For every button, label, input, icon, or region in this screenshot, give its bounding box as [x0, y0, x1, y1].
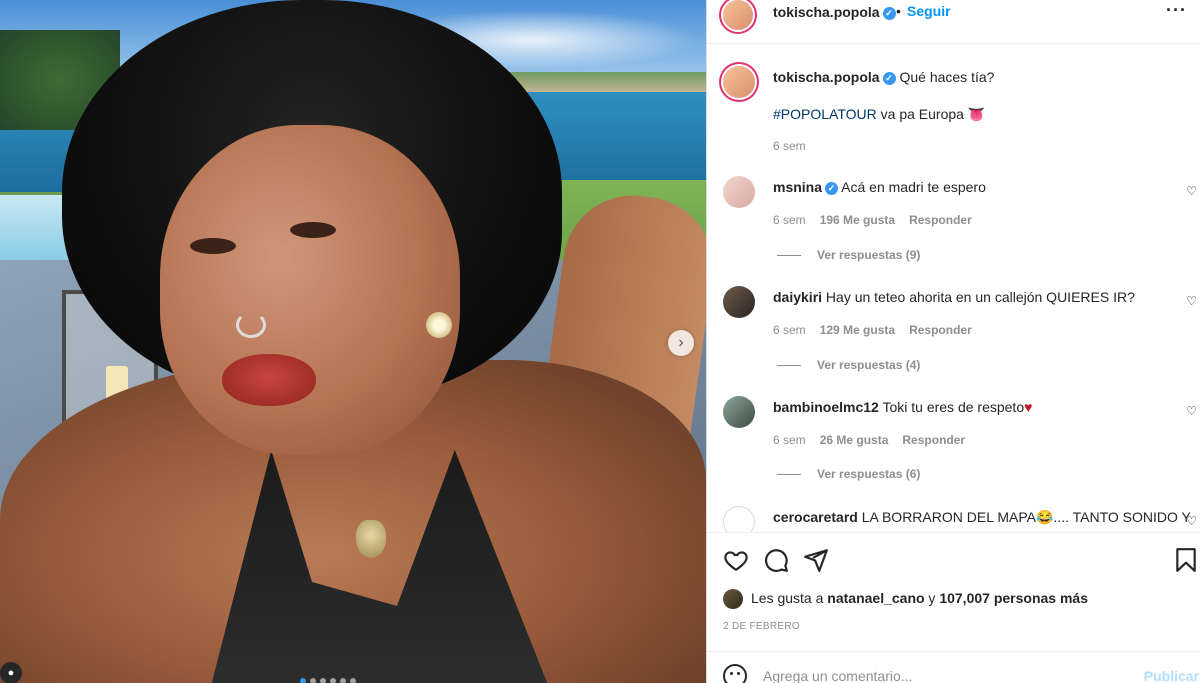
- comment-username[interactable]: daiykiri: [773, 289, 822, 305]
- user-tag-icon: ●: [7, 667, 15, 679]
- verified-icon: ✓: [825, 182, 839, 195]
- comment-likes[interactable]: 196 Me gusta: [820, 213, 895, 227]
- carousel-dot: [330, 678, 336, 683]
- author-info: tokischa.popola ✓: [773, 4, 896, 20]
- post-header: tokischa.popola ✓ • Seguir ···: [707, 0, 1200, 44]
- comment-username[interactable]: msnina: [773, 179, 822, 195]
- comment-username[interactable]: bambinoelmc12: [773, 399, 879, 415]
- comment-like-heart-icon[interactable]: ♡: [1186, 184, 1197, 198]
- likes-joiner: y: [924, 590, 940, 606]
- comment-avatar-msnina[interactable]: [723, 176, 755, 208]
- comment-likes[interactable]: 26 Me gusta: [820, 433, 889, 447]
- comment-time: 6 sem: [773, 433, 806, 447]
- heart-icon[interactable]: [723, 547, 749, 573]
- comment-like-heart-icon[interactable]: ♡: [1186, 404, 1197, 418]
- photo-left-eye: [190, 238, 236, 254]
- emoji-icon[interactable]: [723, 664, 747, 683]
- comment-meta: 6 sem 26 Me gusta Responder: [773, 433, 965, 447]
- photo-right-eye: [290, 222, 336, 238]
- post-actions: Les gusta a natanael_cano y 107,007 pers…: [707, 532, 1200, 652]
- comment-text: LA BORRARON DEL MAPA😂.... TANTO SONIDO Y: [861, 509, 1191, 525]
- comment-line: daiykiri Hay un teteo ahorita en un call…: [773, 288, 1135, 306]
- caption-time: 6 sem: [773, 139, 806, 153]
- bookmark-icon[interactable]: [1173, 547, 1199, 573]
- carousel-dot: [300, 678, 306, 683]
- chevron-right-icon: ›: [678, 334, 684, 351]
- photo-face: [160, 125, 460, 455]
- author-avatar[interactable]: [723, 0, 753, 30]
- likes-count[interactable]: 107,007 personas más: [939, 590, 1088, 606]
- more-icon[interactable]: ···: [1166, 0, 1187, 21]
- comment-meta: 6 sem 196 Me gusta Responder: [773, 213, 972, 227]
- caption-text: Qué haces tía?: [899, 69, 995, 85]
- comment-line: cerocaretard LA BORRARON DEL MAPA😂.... T…: [773, 508, 1191, 526]
- follow-button[interactable]: Seguir: [907, 3, 951, 19]
- comment-avatar-daiykiri[interactable]: [723, 286, 755, 318]
- view-replies-button[interactable]: Ver respuestas (9): [777, 248, 920, 262]
- likes-prefix: Les gusta a: [751, 590, 828, 606]
- verified-icon: ✓: [882, 7, 896, 20]
- comment-input[interactable]: [763, 666, 1123, 683]
- view-replies-button[interactable]: Ver respuestas (6): [777, 467, 920, 481]
- carousel-dot: [310, 678, 316, 683]
- comment-like-heart-icon[interactable]: ♡: [1186, 294, 1197, 308]
- verified-icon: ✓: [882, 72, 896, 85]
- caption-hashtag[interactable]: #POPOLATOUR: [773, 106, 877, 122]
- caption-avatar[interactable]: [723, 66, 755, 98]
- share-icon[interactable]: [803, 547, 829, 573]
- comment-line: bambinoelmc12 Toki tu eres de respeto♥: [773, 398, 1032, 416]
- post-sidebar: tokischa.popola ✓ • Seguir ··· tokischa.p…: [706, 0, 1200, 683]
- photo-earring: [426, 312, 452, 338]
- comment-meta: 6 sem 129 Me gusta Responder: [773, 323, 972, 337]
- caption-text-2: va pa Europa 👅: [876, 106, 986, 122]
- carousel-next-button[interactable]: ›: [668, 330, 694, 356]
- comment-composer: Publicar: [707, 651, 1200, 683]
- likes-summary: Les gusta a natanael_cano y 107,007 pers…: [751, 590, 1088, 606]
- reply-button[interactable]: Responder: [909, 323, 972, 337]
- comment-likes[interactable]: 129 Me gusta: [820, 323, 895, 337]
- carousel-indicator: [300, 678, 356, 683]
- author-username[interactable]: tokischa.popola: [773, 4, 880, 20]
- view-replies-button[interactable]: Ver respuestas (4): [777, 358, 920, 372]
- comment-username[interactable]: cerocaretard: [773, 509, 858, 525]
- caption-username[interactable]: tokischa.popola: [773, 69, 880, 85]
- comment-text: Hay un teteo ahorita en un callejón QUIE…: [825, 289, 1135, 305]
- comment-avatar-cerocaretard[interactable]: [723, 506, 755, 532]
- caption-line-2: #POPOLATOUR va pa Europa 👅: [773, 105, 985, 123]
- photo-lips: [222, 354, 316, 406]
- publish-button[interactable]: Publicar: [1144, 668, 1199, 683]
- carousel-dot: [340, 678, 346, 683]
- photo-pendant: [356, 520, 386, 558]
- user-tag-button[interactable]: ●: [0, 662, 22, 683]
- comment-icon[interactable]: [763, 547, 789, 573]
- reply-button[interactable]: Responder: [909, 213, 972, 227]
- caption-line-1: tokischa.popola ✓ Qué haces tía?: [773, 68, 994, 86]
- comment-text: Toki tu eres de respeto: [882, 399, 1025, 415]
- header-separator: •: [896, 3, 901, 19]
- post-date: 2 DE FEBRERO: [723, 621, 800, 632]
- liker-avatar[interactable]: [723, 589, 743, 609]
- comment-time: 6 sem: [773, 323, 806, 337]
- comments-list[interactable]: tokischa.popola ✓ Qué haces tía? #POPOLAT…: [707, 44, 1200, 532]
- reply-button[interactable]: Responder: [902, 433, 965, 447]
- carousel-dot: [350, 678, 356, 683]
- red-heart-emoji: ♥: [1024, 399, 1033, 415]
- comment-avatar-bambinoelmc12[interactable]: [723, 396, 755, 428]
- comment-time: 6 sem: [773, 213, 806, 227]
- comment-like-heart-icon[interactable]: ♡: [1186, 514, 1197, 528]
- likes-user[interactable]: natanael_cano: [827, 590, 924, 606]
- post-photo[interactable]: › ●: [0, 0, 706, 683]
- comment-text: Acá en madri te espero: [841, 179, 986, 195]
- comment-line: msnina ✓ Acá en madri te espero: [773, 178, 986, 196]
- carousel-dot: [320, 678, 326, 683]
- photo-nose-ring: [236, 312, 266, 338]
